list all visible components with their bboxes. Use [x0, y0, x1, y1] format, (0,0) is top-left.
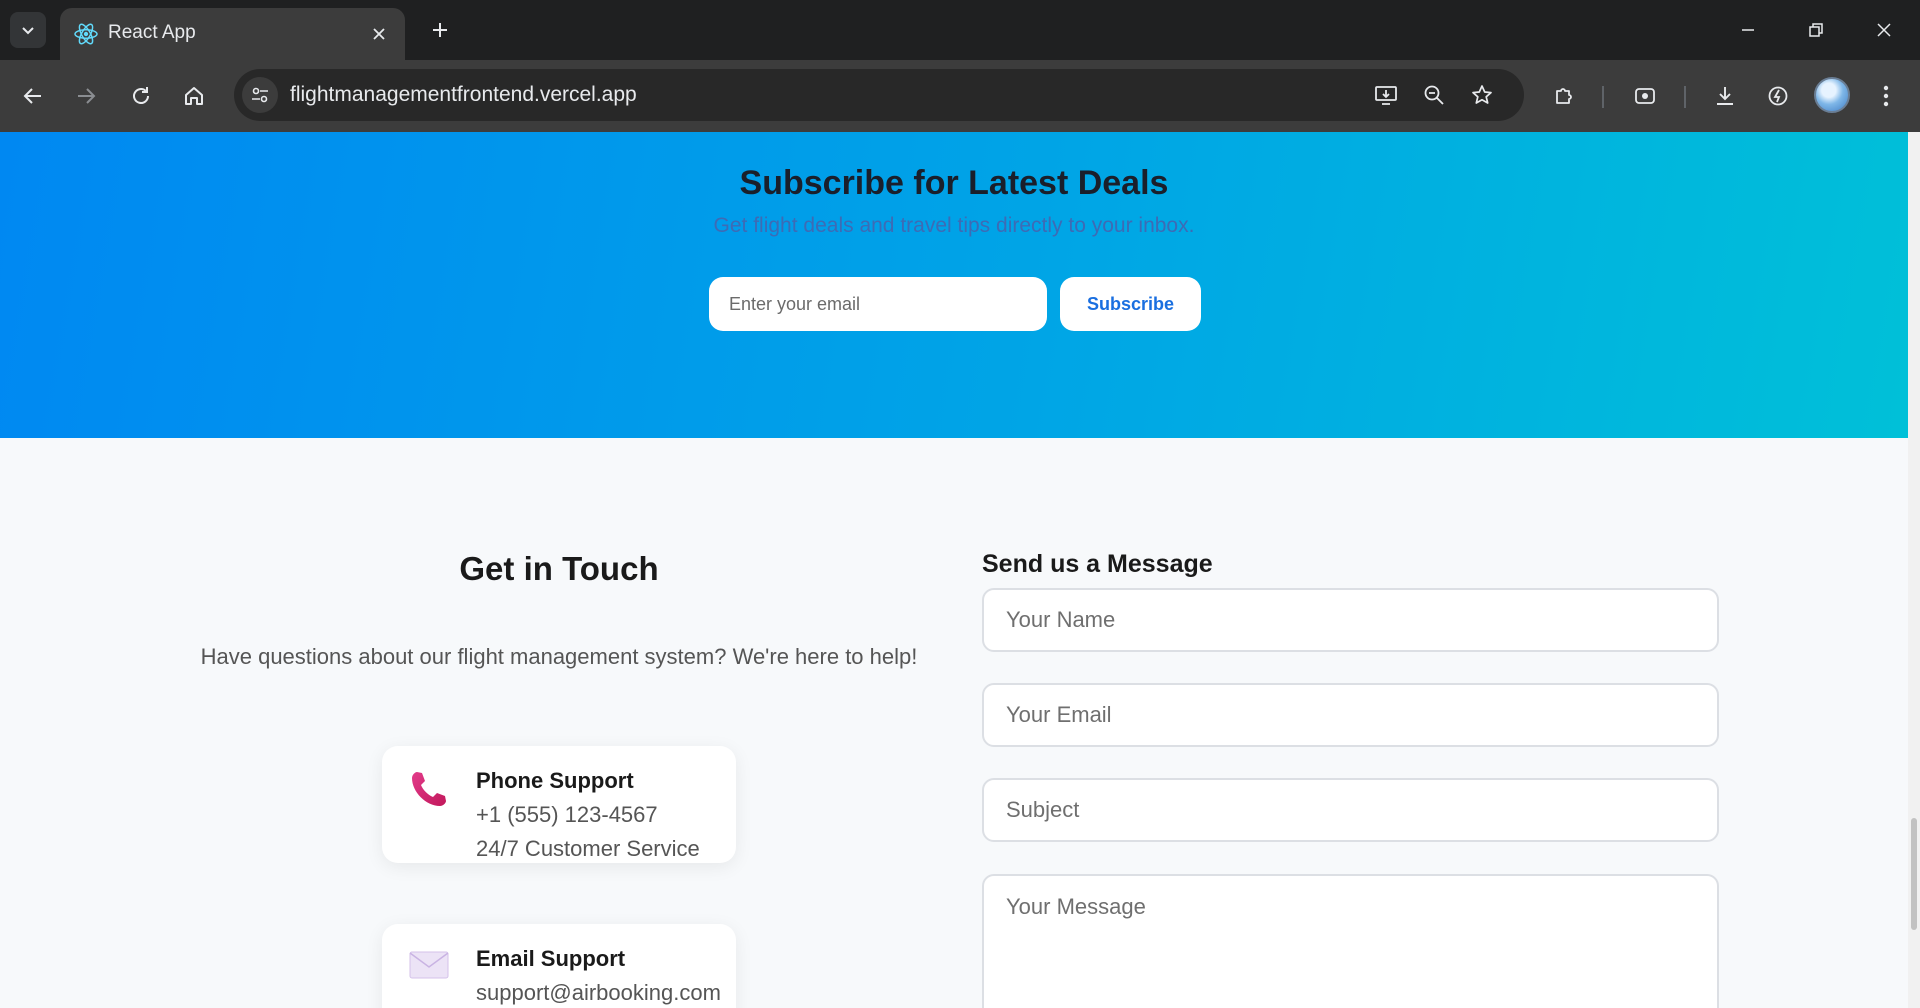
chevron-down-icon: [22, 27, 34, 35]
new-tab-button[interactable]: [422, 12, 458, 48]
browser-tab-bar: React App: [0, 0, 1920, 60]
zoom-out-icon: [1424, 85, 1444, 105]
email-support-card: Email Support support@airbooking.com: [382, 924, 736, 1008]
toolbar-separator: [1602, 86, 1604, 108]
support-hours: 24/7 Customer Service: [476, 836, 700, 861]
card-title: Phone Support: [476, 768, 634, 793]
reload-button[interactable]: [121, 76, 161, 116]
star-icon: [1472, 85, 1492, 104]
camera-icon: [1635, 88, 1655, 104]
subscribe-button[interactable]: Subscribe: [1060, 277, 1201, 331]
downloads-button[interactable]: [1705, 76, 1745, 116]
tune-icon: [252, 87, 268, 103]
performance-button[interactable]: [1758, 76, 1798, 116]
menu-button[interactable]: [1866, 76, 1906, 116]
subject-field[interactable]: [982, 778, 1719, 842]
tab-title: React App: [108, 22, 196, 43]
download-icon: [1717, 87, 1733, 105]
plus-icon: [433, 23, 447, 37]
screenshot-button[interactable]: [1625, 76, 1665, 116]
zoom-button[interactable]: [1416, 77, 1452, 113]
envelope-icon: [406, 942, 452, 988]
install-app-button[interactable]: [1368, 77, 1404, 113]
scrollbar-thumb[interactable]: [1911, 818, 1917, 930]
toolbar-separator: [1684, 86, 1686, 108]
name-field[interactable]: [982, 588, 1719, 652]
close-icon: [373, 28, 385, 40]
restore-icon: [1809, 23, 1823, 37]
back-button[interactable]: [13, 76, 53, 116]
newsletter-section: Subscribe for Latest Deals Get flight de…: [0, 132, 1908, 438]
form-title: Send us a Message: [982, 550, 1213, 578]
arrow-left-icon: [23, 88, 41, 104]
close-icon: [1877, 23, 1891, 37]
page-viewport: Subscribe for Latest Deals Get flight de…: [0, 132, 1908, 1008]
newsletter-subtitle: Get flight deals and travel tips directl…: [713, 214, 1195, 237]
extensions-button[interactable]: [1545, 76, 1585, 116]
restore-button[interactable]: [1788, 0, 1844, 60]
home-icon: [185, 87, 203, 105]
email-field[interactable]: [982, 683, 1719, 747]
phone-number: +1 (555) 123-4567: [476, 802, 658, 827]
install-icon: [1375, 86, 1397, 105]
home-button[interactable]: [174, 76, 214, 116]
puzzle-icon: [1556, 88, 1572, 104]
contact-title: Get in Touch: [459, 550, 659, 587]
page-scrollbar[interactable]: [1908, 132, 1920, 1008]
newsletter-email-input[interactable]: [709, 277, 1047, 331]
more-vertical-icon: [1883, 85, 1889, 107]
card-title: Email Support: [476, 946, 626, 971]
browser-toolbar: flightmanagementfrontend.vercel.app: [0, 60, 1920, 132]
close-window-button[interactable]: [1856, 0, 1912, 60]
phone-icon: [406, 766, 452, 812]
profile-avatar[interactable]: [1814, 77, 1850, 113]
message-field[interactable]: [982, 874, 1719, 1008]
tab-close-button[interactable]: [365, 20, 393, 48]
minimize-button[interactable]: [1720, 0, 1776, 60]
minimize-icon: [1742, 29, 1754, 31]
phone-support-card: Phone Support +1 (555) 123-4567 24/7 Cus…: [382, 746, 736, 863]
speed-icon: [1768, 86, 1788, 106]
support-email: support@airbooking.com: [476, 980, 721, 1005]
react-logo-icon: [74, 23, 98, 45]
site-info-button[interactable]: [242, 77, 278, 113]
address-bar[interactable]: flightmanagementfrontend.vercel.app: [234, 69, 1524, 121]
bookmark-button[interactable]: [1464, 77, 1500, 113]
newsletter-title: Subscribe for Latest Deals: [739, 164, 1169, 202]
arrow-right-icon: [78, 88, 96, 104]
contact-subtitle: Have questions about our flight manageme…: [200, 644, 918, 669]
browser-tab-active[interactable]: React App: [60, 8, 405, 60]
forward-button[interactable]: [66, 76, 106, 116]
reload-icon: [133, 87, 149, 104]
url-text: flightmanagementfrontend.vercel.app: [290, 83, 637, 106]
tab-search-button[interactable]: [10, 12, 46, 48]
